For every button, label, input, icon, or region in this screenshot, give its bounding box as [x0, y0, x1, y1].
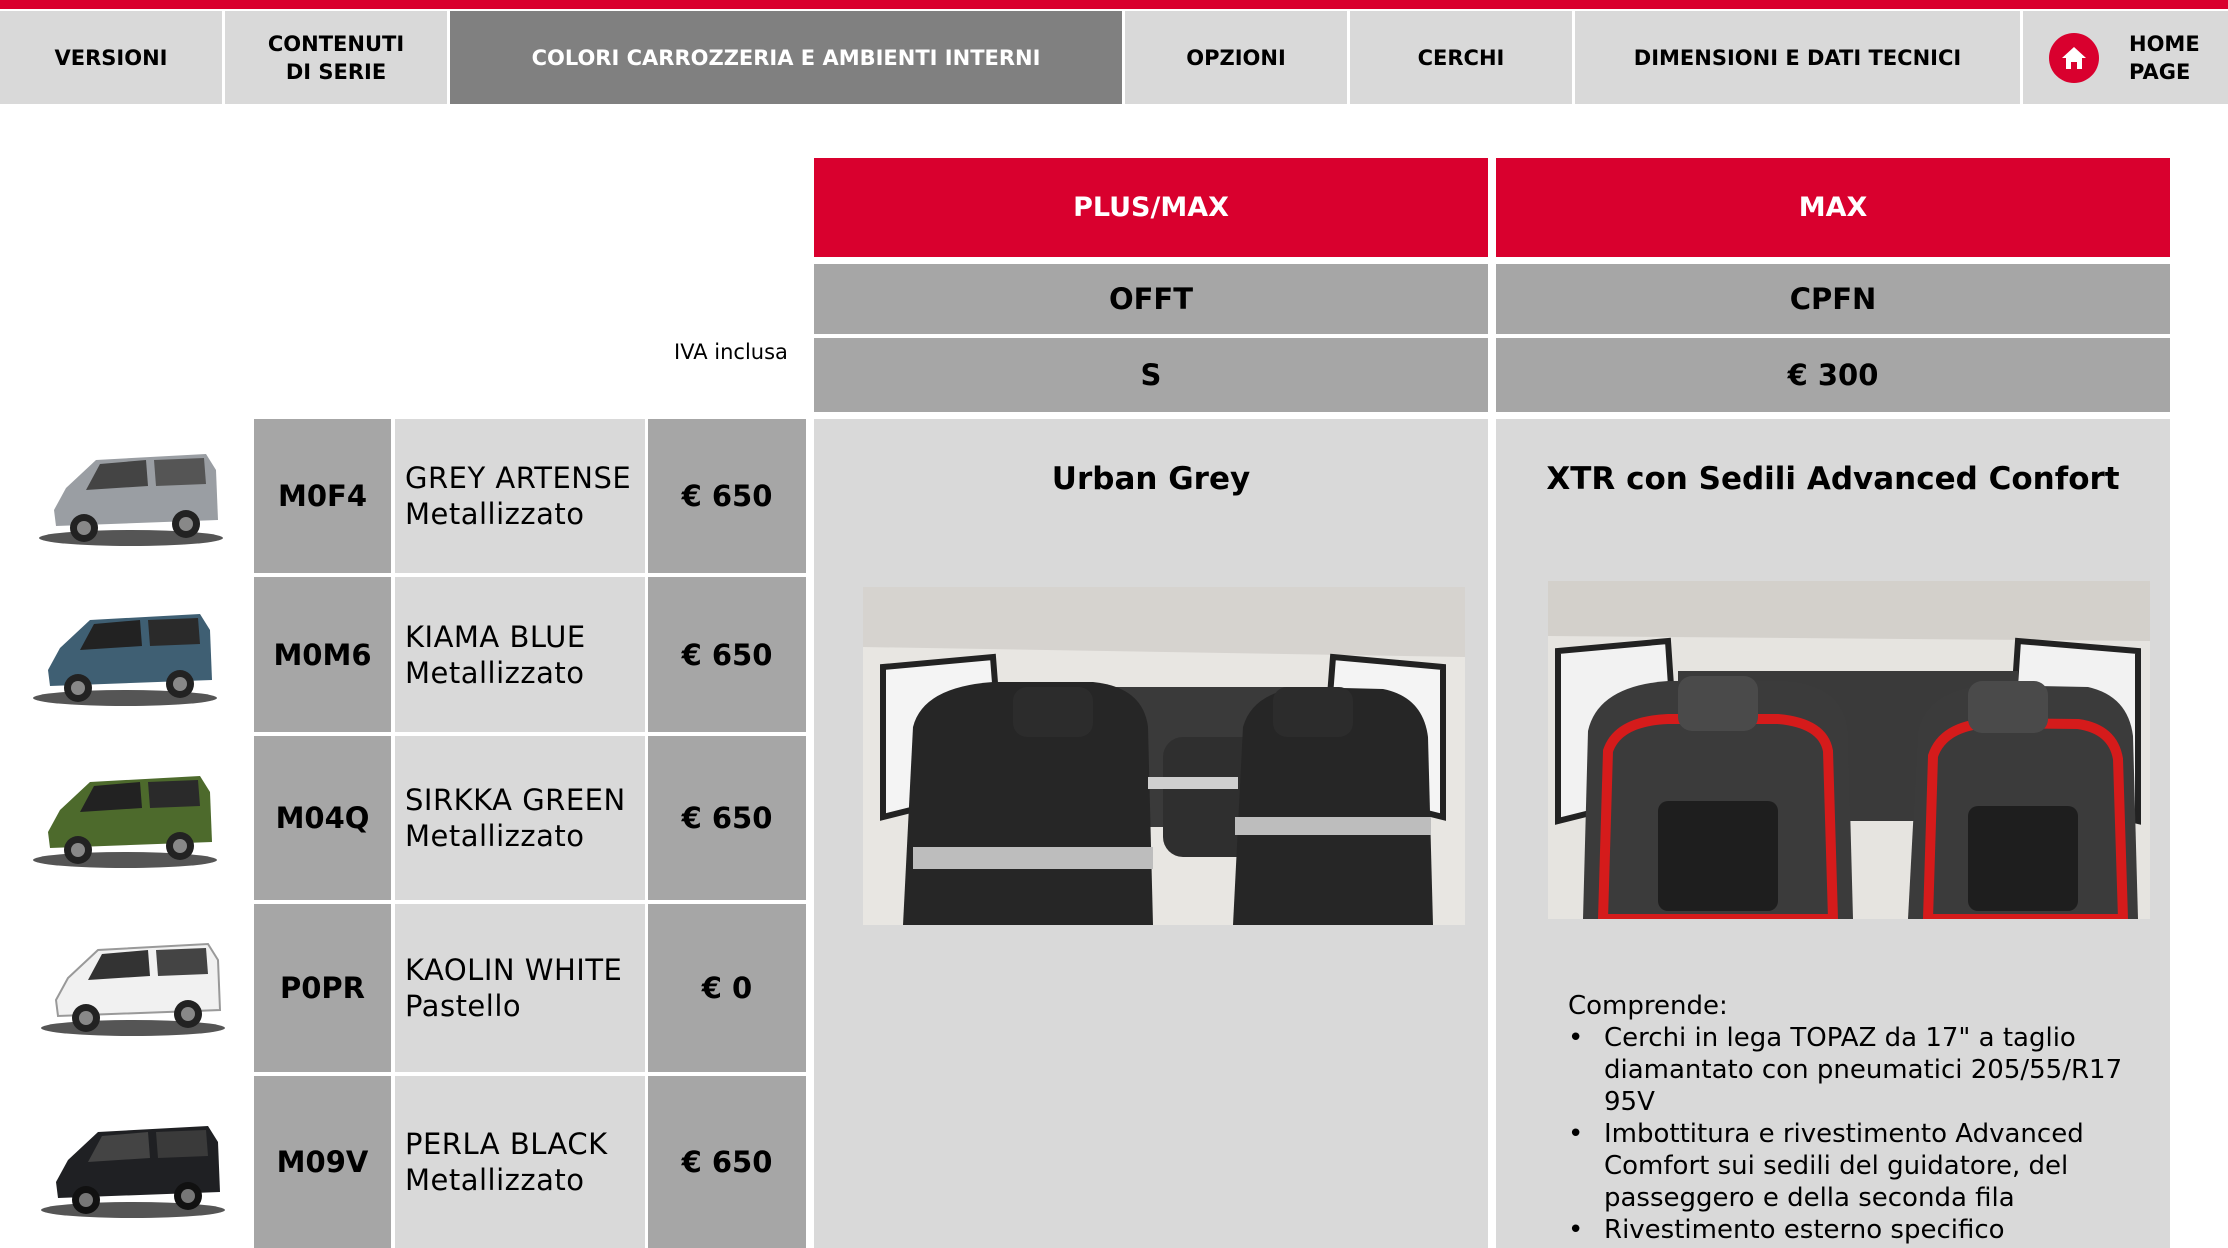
- interior-panel-urban-grey: Urban Grey: [814, 419, 1488, 1248]
- interior-title: XTR con Sedili Advanced Confort: [1546, 461, 2120, 497]
- tab-dimensioni-dati-tecnici[interactable]: DIMENSIONI E DATI TECNICI: [1575, 11, 2020, 104]
- top-accent-line: [0, 0, 2228, 9]
- color-price-cell: € 650: [648, 736, 806, 900]
- color-finish: Metallizzato: [405, 819, 585, 853]
- color-code-cell: M0M6: [254, 577, 391, 732]
- includes-item: Cerchi in lega TOPAZ da 17" a taglio dia…: [1568, 1022, 2128, 1118]
- top-navigation: VERSIONI CONTENUTI DI SERIE COLORI CARRO…: [0, 11, 2228, 104]
- tab-label-line1: CONTENUTI: [267, 31, 405, 56]
- column-header-trim-1: PLUS/MAX: [814, 158, 1488, 257]
- tab-label: VERSIONI: [54, 45, 168, 70]
- home-label: HOME PAGE: [2129, 30, 2200, 86]
- home-icon: [2049, 32, 2099, 83]
- car-image-white: [41, 942, 225, 1036]
- includes-heading: Comprende:: [1568, 991, 1728, 1021]
- car-image-black: [41, 1126, 225, 1218]
- color-price-cell: € 650: [648, 577, 806, 732]
- tab-label: OPZIONI: [1186, 45, 1286, 70]
- car-image-green: [33, 776, 217, 868]
- interior-image-xtr: [1548, 581, 2150, 919]
- color-name: KAOLIN WHITE: [405, 953, 623, 987]
- color-finish: Metallizzato: [405, 1163, 585, 1197]
- color-code-cell: M0F4: [254, 419, 391, 573]
- column-code-2: CPFN: [1496, 264, 2170, 334]
- color-code-cell: M04Q: [254, 736, 391, 900]
- color-name-cell: SIRKKA GREEN Metallizzato: [395, 736, 645, 900]
- interior-image-urban-grey: [863, 587, 1465, 925]
- iva-note: IVA inclusa: [674, 340, 788, 364]
- color-price-cell: € 0: [648, 904, 806, 1072]
- color-price-cell: € 650: [648, 1076, 806, 1248]
- column-code-1: OFFT: [814, 264, 1488, 334]
- car-image-blue: [33, 614, 217, 706]
- color-name: SIRKKA GREEN: [405, 783, 626, 817]
- tab-label: DIMENSIONI E DATI TECNICI: [1633, 45, 1962, 70]
- tab-contenuti-di-serie[interactable]: CONTENUTI DI SERIE: [225, 11, 447, 104]
- tab-label: COLORI CARROZZERIA E AMBIENTI INTERNI: [531, 45, 1041, 70]
- color-price-cell: € 650: [648, 419, 806, 573]
- column-header-trim-2: MAX: [1496, 158, 2170, 257]
- color-code-cell: P0PR: [254, 904, 391, 1072]
- interior-title: Urban Grey: [1051, 461, 1251, 497]
- home-label-line2: PAGE: [2129, 59, 2191, 84]
- color-finish: Metallizzato: [405, 655, 585, 690]
- includes-list: Comprende: Cerchi in lega TOPAZ da 17" a…: [1568, 990, 2128, 1246]
- color-name-cell: PERLA BLACK Metallizzato: [395, 1076, 645, 1248]
- tab-cerchi[interactable]: CERCHI: [1350, 11, 1572, 104]
- color-name: GREY ARTENSE: [405, 461, 632, 495]
- color-name: KIAMA BLUE: [405, 619, 586, 654]
- color-finish: Pastello: [405, 989, 522, 1023]
- includes-item: Rivestimento esterno specifico: [1568, 1214, 2128, 1246]
- tab-label-line2: DI SERIE: [285, 59, 387, 84]
- color-name-cell: GREY ARTENSE Metallizzato: [395, 419, 645, 573]
- tab-versioni[interactable]: VERSIONI: [0, 11, 222, 104]
- home-page-button[interactable]: HOME PAGE: [2023, 11, 2228, 104]
- tab-colori-carrozzeria[interactable]: COLORI CARROZZERIA E AMBIENTI INTERNI: [450, 11, 1122, 104]
- car-image-grey: [39, 454, 223, 546]
- tab-opzioni[interactable]: OPZIONI: [1125, 11, 1347, 104]
- tab-label: CERCHI: [1417, 45, 1505, 70]
- column-price-2: € 300: [1496, 338, 2170, 412]
- color-name-cell: KAOLIN WHITE Pastello: [395, 904, 645, 1072]
- color-name-cell: KIAMA BLUE Metallizzato: [395, 577, 645, 732]
- home-label-line1: HOME: [2129, 31, 2200, 56]
- color-code-cell: M09V: [254, 1076, 391, 1248]
- includes-item: Imbottitura e rivestimento Advanced Comf…: [1568, 1118, 2128, 1214]
- color-finish: Metallizzato: [405, 497, 585, 531]
- color-name: PERLA BLACK: [405, 1127, 608, 1161]
- column-price-1: S: [814, 338, 1488, 412]
